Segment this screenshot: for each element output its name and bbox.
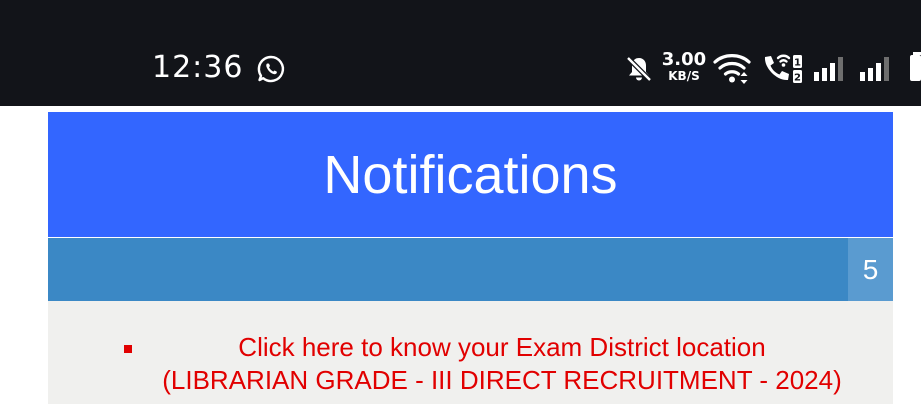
status-bar: 12:36 3.00 KB/S 1 2 [0, 0, 921, 106]
exam-district-link[interactable]: Click here to know your Exam District lo… [144, 331, 860, 397]
signal-icon [860, 57, 889, 81]
link-line-2: (LIBRARIAN GRADE - III DIRECT RECRUITMEN… [162, 365, 842, 395]
sim-slot-2-label: 2 [794, 73, 801, 84]
notifications-header: Notifications [48, 112, 893, 237]
notifications-list: Click here to know your Exam District lo… [48, 301, 893, 404]
status-clock: 12:36 [152, 50, 244, 85]
signal-icon [814, 57, 843, 81]
sim-slot-1-label: 1 [794, 58, 801, 69]
bullet-icon [124, 345, 132, 353]
wifi-calling-icon: 1 2 [764, 54, 802, 84]
notification-count-badge: 5 [848, 238, 893, 301]
bell-off-icon [626, 56, 652, 82]
battery-icon [910, 52, 921, 81]
link-line-1: Click here to know your Exam District lo… [238, 332, 766, 362]
network-speed-unit: KB/S [668, 69, 700, 83]
page-title: Notifications [323, 144, 618, 205]
whatsapp-icon [257, 55, 285, 83]
network-speed: 3.00 KB/S [660, 50, 708, 83]
notifications-subheader: 5 [48, 238, 893, 301]
wifi-icon [713, 54, 751, 84]
network-speed-value: 3.00 [661, 49, 707, 70]
